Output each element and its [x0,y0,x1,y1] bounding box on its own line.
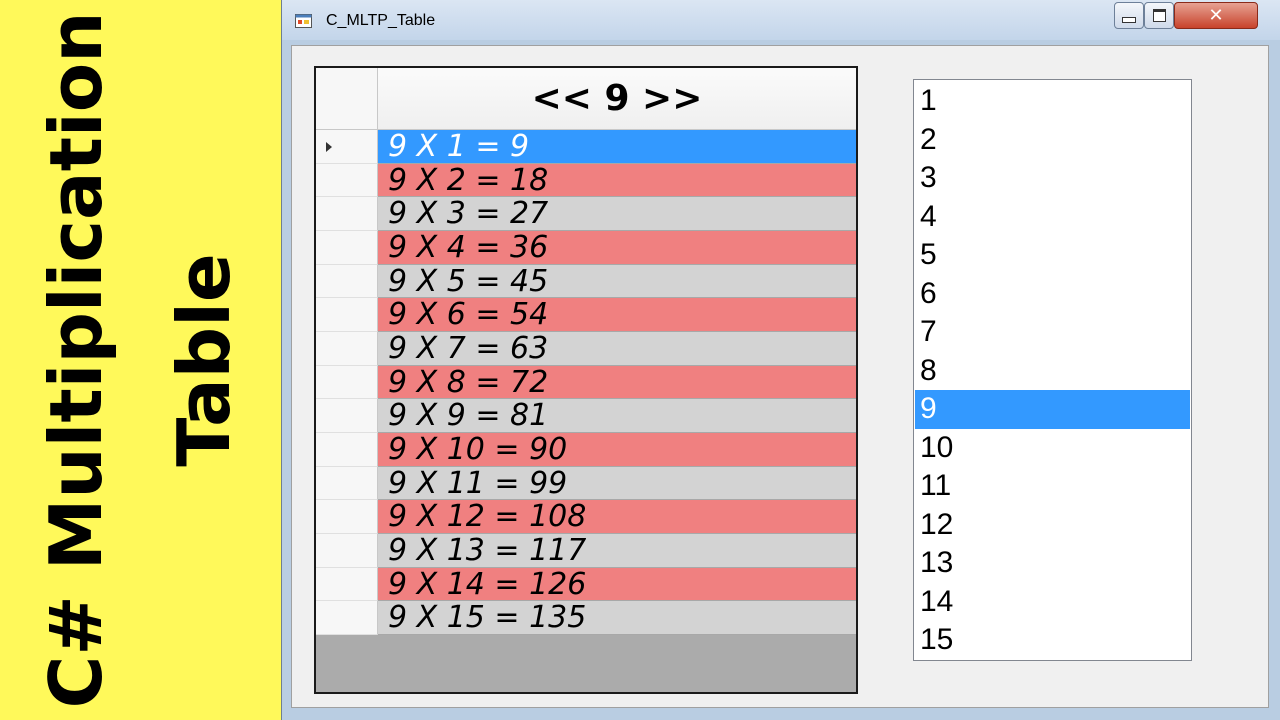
table-row[interactable]: 9 X 2 = 18 [316,163,856,198]
minimize-icon [1122,16,1136,23]
table-row[interactable]: 9 X 13 = 117 [316,533,856,568]
row-header[interactable] [316,298,378,332]
window-title: C_MLTP_Table [326,12,436,29]
grid-header-row: << 9 >> [316,68,856,130]
table-cell[interactable]: 9 X 10 = 90 [378,432,856,467]
table-cell[interactable]: 9 X 5 = 45 [378,264,856,299]
title-banner: C# Multiplication Table [0,0,281,720]
table-row[interactable]: 9 X 14 = 126 [316,567,856,602]
form-client-area: << 9 >> 9 X 1 = 99 X 2 = 18 9 X 3 = 27 9 X… [291,45,1269,708]
app-window: C_MLTP_Table ✕ << 9 >> 9 X 1 = 99 X 2 = … [281,0,1280,720]
banner-title-line1: C# Multiplication [34,11,118,709]
table-row[interactable]: 9 X 11 = 99 [316,466,856,501]
row-header[interactable] [316,197,378,231]
table-cell[interactable]: 9 X 13 = 117 [378,533,856,568]
title-bar[interactable]: C_MLTP_Table ✕ [282,0,1280,40]
row-header[interactable] [316,230,378,265]
banner-title: C# Multiplication Table [12,0,268,720]
table-cell[interactable]: 9 X 15 = 135 [378,601,856,635]
close-icon: ✕ [1208,5,1224,26]
row-header[interactable] [316,500,378,534]
list-item[interactable]: 1 [915,82,1190,121]
row-header[interactable] [316,432,378,467]
list-item[interactable]: 11 [915,467,1190,506]
list-item[interactable]: 3 [915,159,1190,198]
list-item[interactable]: 10 [915,429,1190,468]
winforms-app-icon [295,14,312,28]
number-listbox[interactable]: 1 2 3 4 5 6 7 8 9 10 11 12 13 14 15 [913,79,1192,661]
maximize-button[interactable] [1144,2,1174,29]
multiplication-grid[interactable]: << 9 >> 9 X 1 = 99 X 2 = 18 9 X 3 = 27 9 X… [314,66,858,694]
close-button[interactable]: ✕ [1174,2,1258,29]
column-header[interactable]: << 9 >> [378,68,856,129]
table-cell[interactable]: 9 X 8 = 72 [378,365,856,400]
maximize-icon [1152,9,1166,22]
row-header[interactable] [316,264,378,299]
table-cell[interactable]: 9 X 12 = 108 [378,500,856,534]
grid-rows: 9 X 1 = 99 X 2 = 18 9 X 3 = 27 9 X 4 = 36 9… [316,130,856,635]
row-header[interactable] [316,533,378,568]
table-cell[interactable]: 9 X 14 = 126 [378,567,856,602]
table-cell[interactable]: 9 X 3 = 27 [378,197,856,231]
row-header[interactable] [316,567,378,602]
table-row[interactable]: 9 X 10 = 90 [316,432,856,467]
list-item[interactable]: 7 [915,313,1190,352]
table-row[interactable]: 9 X 7 = 63 [316,331,856,366]
row-header[interactable] [316,365,378,400]
banner-title-line2: Table [162,253,246,467]
row-header[interactable] [316,601,378,635]
table-row[interactable]: 9 X 9 = 81 [316,399,856,433]
table-cell[interactable]: 9 X 9 = 81 [378,399,856,433]
table-cell[interactable]: 9 X 2 = 18 [378,163,856,198]
list-item[interactable]: 15 [915,621,1190,660]
listbox-items: 1 2 3 4 5 6 7 8 9 10 11 12 13 14 15 [914,80,1191,660]
table-row[interactable]: 9 X 15 = 135 [316,601,856,635]
table-row[interactable]: 9 X 3 = 27 [316,197,856,231]
list-item[interactable]: 12 [915,506,1190,545]
grid-corner-cell[interactable] [316,68,378,129]
row-header[interactable] [316,331,378,366]
table-cell[interactable]: 9 X 6 = 54 [378,298,856,332]
row-header[interactable] [316,466,378,501]
row-header[interactable] [316,163,378,198]
table-cell[interactable]: 9 X 11 = 99 [378,466,856,501]
list-item[interactable]: 4 [915,198,1190,237]
table-row[interactable]: 9 X 6 = 54 [316,298,856,332]
list-item[interactable]: 9 [915,390,1190,429]
table-row[interactable]: 9 X 1 = 9 [316,130,856,164]
current-row-arrow-icon [326,142,332,152]
table-cell[interactable]: 9 X 1 = 9 [378,130,856,164]
row-header[interactable] [316,399,378,433]
table-row[interactable]: 9 X 5 = 45 [316,264,856,299]
minimize-button[interactable] [1114,2,1144,29]
list-item[interactable]: 13 [915,544,1190,583]
table-cell[interactable]: 9 X 7 = 63 [378,331,856,366]
row-header[interactable] [316,130,378,164]
table-cell[interactable]: 9 X 4 = 36 [378,230,856,265]
list-item[interactable]: 2 [915,121,1190,160]
list-item[interactable]: 14 [915,583,1190,622]
table-row[interactable]: 9 X 12 = 108 [316,500,856,534]
list-item[interactable]: 5 [915,236,1190,275]
table-row[interactable]: 9 X 8 = 72 [316,365,856,400]
table-row[interactable]: 9 X 4 = 36 [316,230,856,265]
list-item[interactable]: 6 [915,275,1190,314]
list-item[interactable]: 8 [915,352,1190,391]
